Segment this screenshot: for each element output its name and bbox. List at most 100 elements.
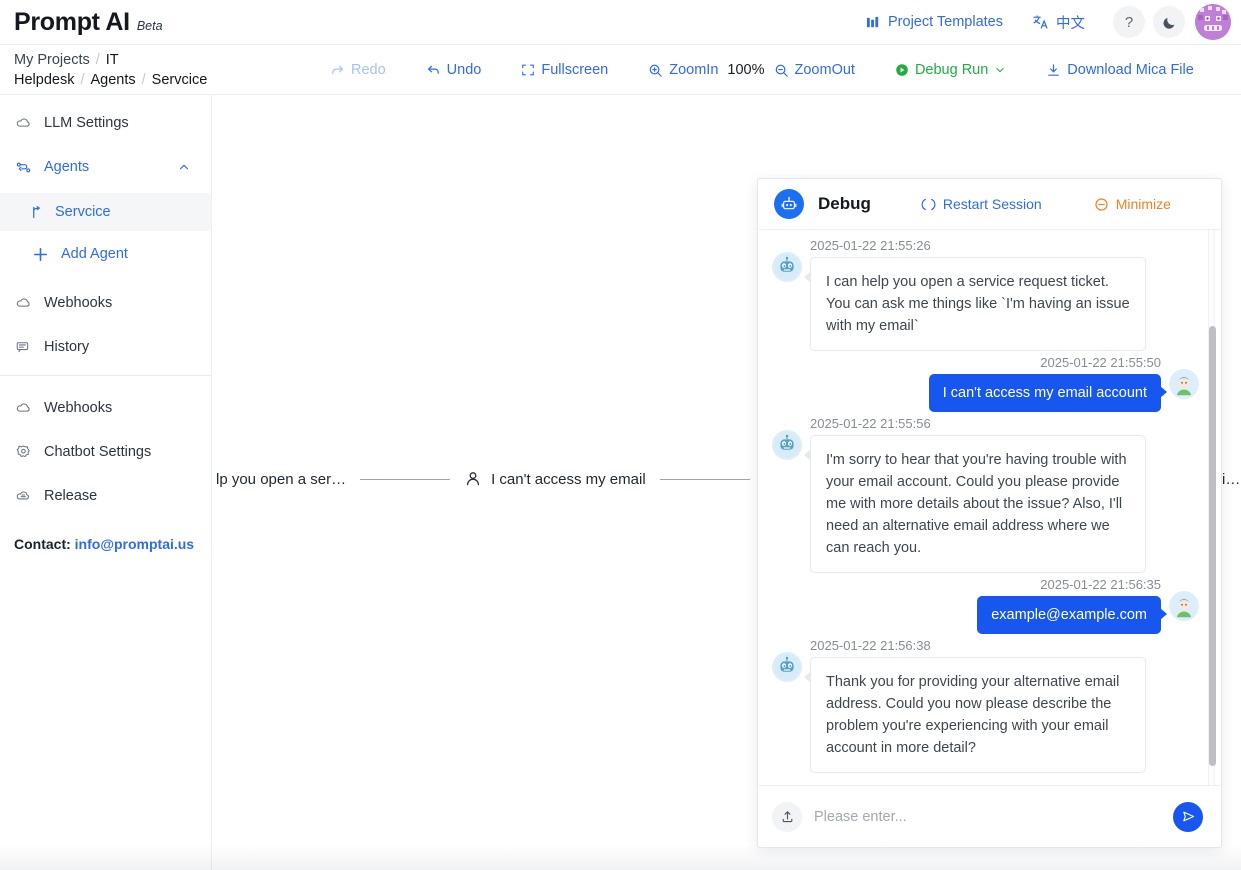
help-button[interactable]: ? [1113, 6, 1145, 38]
flow-connector [360, 478, 451, 480]
brand: Prompt AI Beta [0, 8, 163, 37]
zoom-in-icon [648, 63, 663, 78]
contact-label: Contact: [14, 536, 71, 552]
person-icon [464, 470, 482, 488]
chevron-up-icon[interactable] [177, 160, 191, 174]
sidebar-item-label: Release [44, 488, 98, 504]
flow-node-label: lp you open a ser… [216, 470, 347, 488]
person-avatar-icon [1171, 593, 1197, 619]
chat-message: 2025-01-22 21:55:26 I can help you open … [772, 238, 1199, 351]
flow-node-bot-reply[interactable]: lp you open a ser… [216, 471, 346, 488]
breadcrumb-item-my-projects[interactable]: My Projects [14, 52, 90, 68]
zoom-out-button[interactable]: ZoomOut [774, 62, 855, 78]
contact-info: Contact: info@promptai.us [0, 536, 211, 552]
zoom-out-label: ZoomOut [794, 62, 855, 78]
add-agent-button[interactable]: Add Agent [0, 237, 211, 271]
user-avatar[interactable] [1195, 4, 1231, 40]
message-timestamp: 2025-01-22 21:55:56 [810, 416, 931, 431]
flow-node-label: I can't access my email [491, 470, 646, 488]
sidebar-item-chatbot-settings[interactable]: Chatbot Settings [0, 434, 211, 470]
sidebar-item-label: LLM Settings [44, 115, 129, 131]
bot-message-bubble: Thank you for providing your alternative… [804, 657, 1146, 773]
chevron-down-icon [994, 64, 1006, 76]
history-icon [14, 339, 32, 356]
chat-scrollbar-track[interactable] [1208, 230, 1216, 785]
sidebar-item-agents[interactable]: Agents [0, 149, 211, 185]
zoom-level-value: 100% [727, 62, 765, 78]
bot-avatar [772, 252, 802, 282]
bot-message-bubble: I'm sorry to hear that you're having tro… [804, 435, 1146, 573]
sidebar-sub-label: Servcice [55, 204, 111, 220]
top-bar-actions: Project Templates 中文 ? [866, 4, 1241, 40]
chat-message: 2025-01-22 21:55:56 I'm sorry to hear th… [772, 416, 1199, 573]
breadcrumb-item-agents[interactable]: Agents [90, 72, 135, 88]
upload-icon [780, 809, 795, 824]
project-templates-label: Project Templates [888, 14, 1003, 30]
user-message-bubble: I can't access my email account [928, 374, 1168, 412]
contact-email-link[interactable]: info@promptai.us [75, 536, 194, 552]
fullscreen-button[interactable]: Fullscreen [521, 62, 608, 78]
message-input[interactable] [814, 808, 1161, 825]
moon-icon [1162, 15, 1177, 30]
debug-panel-header: Debug Restart Session Minimize [758, 179, 1221, 230]
chat-message: 2025-01-22 21:56:38 Thank you for provid… [772, 638, 1199, 773]
send-message-button[interactable] [1173, 801, 1203, 832]
debug-panel-title: Debug [818, 194, 871, 213]
undo-label: Undo [446, 62, 482, 78]
dark-mode-toggle[interactable] [1153, 6, 1185, 38]
debug-run-button[interactable]: Debug Run [895, 62, 1006, 78]
branch-icon [30, 205, 45, 220]
redo-label: Redo [351, 62, 386, 78]
redo-button[interactable]: Redo [330, 62, 386, 78]
chat-messages-area[interactable]: 2025-01-22 21:55:26 I can help you open … [758, 230, 1221, 785]
sidebar-item-label: Webhooks [44, 295, 113, 311]
sidebar-item-llm-settings[interactable]: LLM Settings [0, 105, 211, 141]
canvas-toolbar: Redo Undo Fullscreen ZoomIn 100% ZoomOut… [330, 45, 1241, 95]
sidebar-item-servcice[interactable]: Servcice [0, 193, 211, 231]
cloud-icon [14, 295, 32, 312]
sidebar-item-webhooks-2[interactable]: Webhooks [0, 390, 211, 426]
sidebar-item-label: Chatbot Settings [44, 444, 152, 460]
language-label: 中文 [1056, 15, 1085, 32]
message-content: 2025-01-22 21:56:38 Thank you for provid… [804, 638, 1146, 773]
robot-avatar-icon [774, 254, 800, 280]
sidebar-item-webhooks[interactable]: Webhooks [0, 285, 211, 321]
undo-icon [426, 63, 441, 78]
language-switch-button[interactable]: 中文 [1033, 12, 1085, 33]
message-timestamp: 2025-01-22 21:55:26 [810, 238, 931, 253]
restart-session-button[interactable]: Restart Session [921, 196, 1042, 212]
undo-button[interactable]: Undo [426, 62, 482, 78]
message-composer [758, 785, 1221, 847]
agents-icon [14, 159, 32, 176]
sidebar-item-label: Agents [44, 159, 90, 175]
chat-scrollbar-thumb[interactable] [1209, 326, 1216, 766]
chat-message: 2025-01-22 21:55:50 I can't access my em… [772, 355, 1199, 412]
fullscreen-label: Fullscreen [541, 62, 609, 78]
plus-icon [32, 246, 49, 263]
debug-panel: Debug Restart Session Minimize 2025-01-2… [757, 178, 1222, 848]
brand-beta-tag: Beta [136, 18, 163, 33]
bot-avatar [772, 652, 802, 682]
breadcrumb-item-servcice[interactable]: Servcice [152, 72, 208, 88]
restart-session-label: Restart Session [942, 196, 1042, 212]
minimize-circle-icon [1094, 197, 1109, 212]
flow-node-truncated[interactable]: i… [1222, 471, 1240, 488]
project-templates-button[interactable]: Project Templates [866, 14, 1003, 30]
minimize-label: Minimize [1115, 196, 1171, 212]
breadcrumb: My Projects / IT Helpdesk / Agents / Servcice [14, 50, 314, 90]
templates-icon [866, 15, 881, 30]
download-mica-file-button[interactable]: Download Mica File [1046, 62, 1194, 78]
message-timestamp: 2025-01-22 21:56:35 [1040, 577, 1161, 592]
sidebar: LLM Settings Agents Servcice Add Agent W… [0, 95, 212, 870]
zoom-in-button[interactable]: ZoomIn [648, 62, 718, 78]
avatar-image [1195, 4, 1231, 40]
person-avatar-icon [1171, 371, 1197, 397]
flow-connector [659, 478, 750, 480]
flow-row: lp you open a ser… I can't access my ema… [212, 470, 1240, 488]
minimize-button[interactable]: Minimize [1094, 196, 1171, 212]
robot-logo-icon [774, 189, 804, 219]
flow-node-user-message[interactable]: I can't access my email [464, 470, 646, 488]
upload-file-button[interactable] [772, 801, 802, 832]
sidebar-item-release[interactable]: Release [0, 478, 211, 514]
sidebar-item-history[interactable]: History [0, 329, 211, 365]
